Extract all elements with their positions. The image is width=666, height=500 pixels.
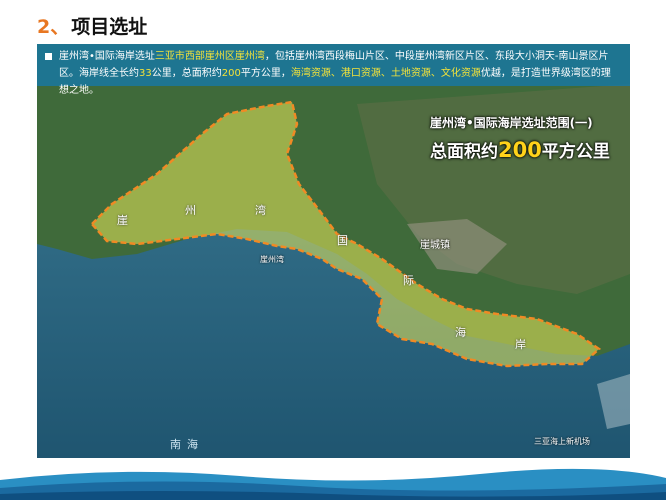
zone-char-1: 崖 — [117, 214, 128, 227]
bullet-square-icon — [45, 53, 52, 60]
intro-highlight-location: 三亚市西部崖州区崖州湾 — [154, 51, 265, 62]
footer-wave-decoration — [0, 458, 666, 500]
zone-char-4: 国 — [337, 234, 348, 247]
section-number: 2、 — [37, 15, 70, 38]
zone-char-6: 海 — [455, 326, 466, 339]
intro-highlight-length: 33 — [139, 68, 152, 79]
satellite-map-image — [37, 44, 630, 458]
airport-label: 三亚海上新机场 — [534, 437, 590, 446]
intro-banner: 崖州湾•国际海岸选址三亚市西部崖州区崖州湾，包括崖州湾西段梅山片区、中段崖州湾新… — [37, 44, 630, 96]
area-unit: 平方公里 — [541, 142, 610, 162]
area-prefix: 总面积约 — [430, 142, 498, 162]
sea-label: 南海 — [170, 438, 204, 451]
intro-highlight-resources: 海湾资源、港口资源、土地资源、文化资源 — [290, 68, 481, 79]
intro-text-1: 崖州湾•国际海岸选址 — [59, 51, 155, 62]
intro-text-4: 平方公里， — [240, 68, 291, 79]
zone-char-7: 岸 — [515, 338, 526, 351]
area-value: 200 — [498, 138, 542, 162]
town-label: 崖城镇 — [420, 240, 450, 251]
section-heading: 2、 项目选址 — [37, 10, 147, 40]
map-title: 崖州湾•国际海岸选址范围(一) — [430, 116, 593, 130]
zone-char-5: 际 — [403, 274, 414, 287]
zone-char-3: 湾 — [255, 204, 266, 217]
section-title: 项目选址 — [71, 15, 148, 38]
intro-highlight-area: 200 — [221, 68, 241, 79]
bay-label: 崖州湾 — [260, 255, 284, 264]
intro-text-3: 公里，总面积约 — [151, 68, 222, 79]
site-map: 崖州湾•国际海岸选址三亚市西部崖州区崖州湾，包括崖州湾西段梅山片区、中段崖州湾新… — [37, 44, 630, 458]
zone-char-2: 州 — [185, 204, 196, 217]
map-area-summary: 总面积约200平方公里 — [430, 137, 610, 162]
